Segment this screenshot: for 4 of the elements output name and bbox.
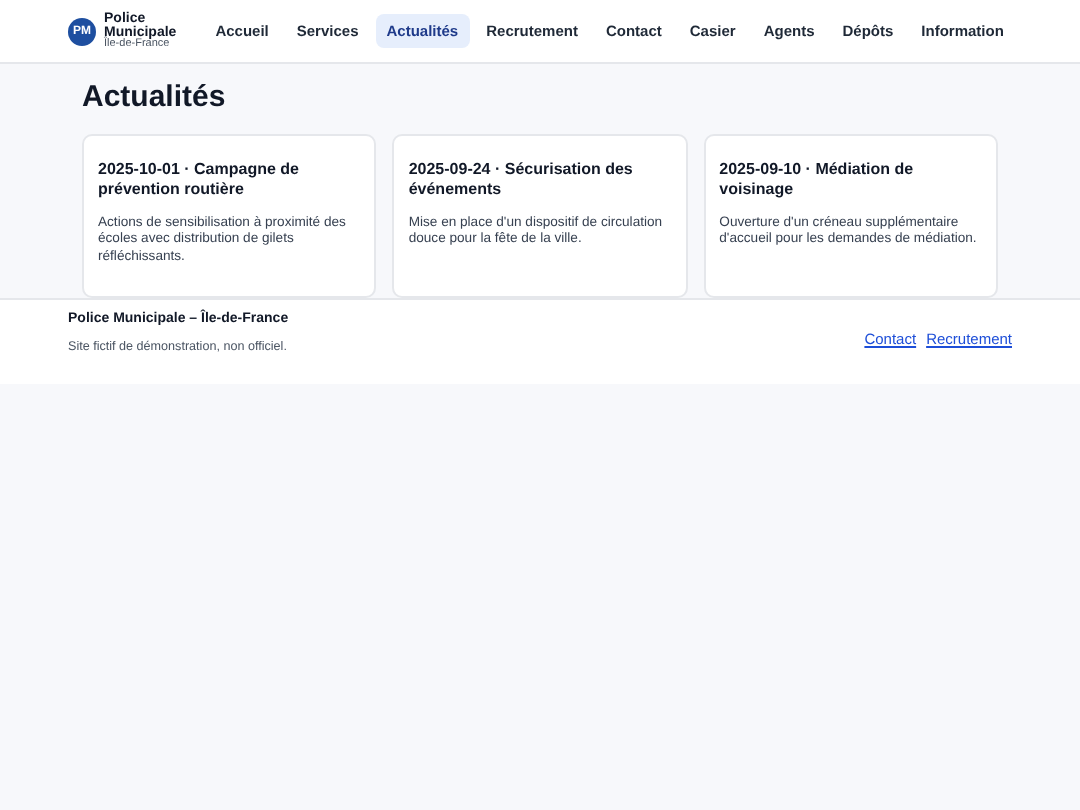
- page-heading: Actualités: [82, 80, 228, 114]
- news-title: 2025-09-24 · Sécurisation des événements: [408, 160, 635, 200]
- news-title: 2025-10-01 · Campagne de prévention routière: [98, 160, 301, 200]
- news-title: 2025-09-10 · Médiation de voisinage: [719, 160, 916, 200]
